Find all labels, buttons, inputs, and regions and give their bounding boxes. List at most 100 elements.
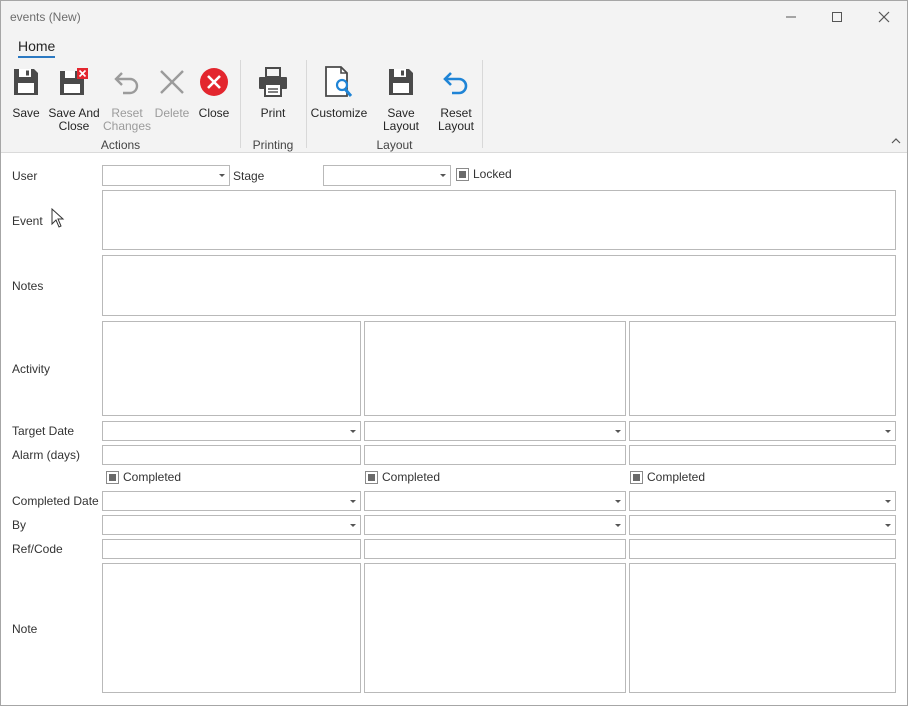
ribbon: Home Save Save And Close Reset Changes D… [1,32,907,153]
completed-label: Completed [647,470,706,484]
dropdown-arrow-icon [350,524,356,527]
chevron-up-icon [891,138,901,144]
group-label-layout: Layout [376,138,413,152]
activity-2-memo[interactable] [364,321,626,416]
target-date-2-picker[interactable] [364,421,626,441]
delete-icon [157,66,187,98]
customize-label: Customize [310,106,368,120]
customize-button[interactable]: Customize [310,66,368,120]
window-title: events (New) [10,10,81,24]
locked-label: Locked [473,167,512,181]
notes-memo[interactable] [102,255,896,316]
activity-3-memo[interactable] [629,321,896,416]
undo-icon [112,66,142,98]
save-button[interactable]: Save [11,66,41,120]
note-1-memo[interactable] [102,563,361,693]
stage-label: Stage [233,169,265,183]
ref-code-2-input[interactable] [364,539,626,559]
save-layout-label: Save Layout [382,106,420,133]
dropdown-arrow-icon [615,430,621,433]
note-2-memo[interactable] [364,563,626,693]
collapse-ribbon-button[interactable] [891,134,901,148]
dropdown-arrow-icon [885,524,891,527]
event-memo[interactable] [102,190,896,250]
ref-code-label: Ref/Code [12,542,63,556]
user-label: User [12,169,38,183]
close-window-button[interactable] [861,1,907,32]
alarm-days-2-input[interactable] [364,445,626,465]
separator [306,60,307,148]
dropdown-arrow-icon [350,500,356,503]
reset-layout-button[interactable]: Reset Layout [437,66,475,133]
by-3-combo[interactable] [629,515,896,535]
by-label: By [12,518,27,532]
completed-1-checkbox[interactable]: Completed [106,470,181,484]
dropdown-arrow-icon [219,174,225,177]
checkbox-box [630,470,643,484]
group-label-printing: Printing [252,138,294,152]
delete-button[interactable]: Delete [154,66,190,120]
print-button[interactable]: Print [256,66,290,120]
separator [240,60,241,148]
event-label: Event [12,214,43,228]
close-button[interactable]: Close [198,66,230,120]
dropdown-arrow-icon [615,524,621,527]
by-1-combo[interactable] [102,515,361,535]
completed-date-2-picker[interactable] [364,491,626,511]
printer-icon [258,66,288,98]
maximize-button[interactable] [814,1,860,32]
ref-code-3-input[interactable] [629,539,896,559]
activity-1-memo[interactable] [102,321,361,416]
alarm-days-1-input[interactable] [102,445,361,465]
note-label: Note [12,622,38,636]
close-circle-icon [199,66,229,98]
completed-3-checkbox[interactable]: Completed [630,470,705,484]
dropdown-arrow-icon [615,500,621,503]
close-label: Close [198,106,230,120]
save-and-close-label: Save And Close [48,106,100,133]
save-label: Save [12,106,40,120]
checkbox-box [456,167,469,181]
delete-label: Delete [154,106,190,120]
activity-label: Activity [12,362,51,376]
tab-home[interactable]: Home [18,38,56,58]
dropdown-arrow-icon [350,430,356,433]
editor-window: events (New) Home Save Save And Close Re… [0,0,908,706]
stage-combo[interactable] [323,165,451,186]
reset-layout-icon [441,66,471,98]
save-layout-button[interactable]: Save Layout [370,66,432,133]
alarm-days-3-input[interactable] [629,445,896,465]
ref-code-1-input[interactable] [102,539,361,559]
alarm-days-label: Alarm (days) [12,448,81,462]
completed-label: Completed [382,470,441,484]
group-label-actions: Actions [100,138,141,152]
save-layout-icon [386,66,416,98]
title-bar: events (New) [1,1,907,32]
checkbox-box [106,470,119,484]
minimize-button[interactable] [768,1,814,32]
dropdown-arrow-icon [440,174,446,177]
completed-date-3-picker[interactable] [629,491,896,511]
save-close-icon [59,66,89,98]
checkbox-box [365,470,378,484]
target-date-label: Target Date [12,424,75,438]
target-date-3-picker[interactable] [629,421,896,441]
by-2-combo[interactable] [364,515,626,535]
target-date-1-picker[interactable] [102,421,361,441]
completed-date-1-picker[interactable] [102,491,361,511]
locked-checkbox[interactable]: Locked [456,167,512,181]
completed-label: Completed [123,470,182,484]
reset-changes-label: Reset Changes [102,106,152,133]
save-and-close-button[interactable]: Save And Close [48,66,100,133]
reset-layout-label: Reset Layout [437,106,475,133]
minimize-icon [786,16,796,17]
completed-2-checkbox[interactable]: Completed [365,470,440,484]
notes-label: Notes [12,279,44,293]
save-icon [11,66,41,98]
note-3-memo[interactable] [629,563,896,693]
dropdown-arrow-icon [885,430,891,433]
reset-changes-button[interactable]: Reset Changes [102,66,152,133]
user-combo[interactable] [102,165,230,186]
separator [482,60,483,148]
print-label: Print [260,106,286,120]
